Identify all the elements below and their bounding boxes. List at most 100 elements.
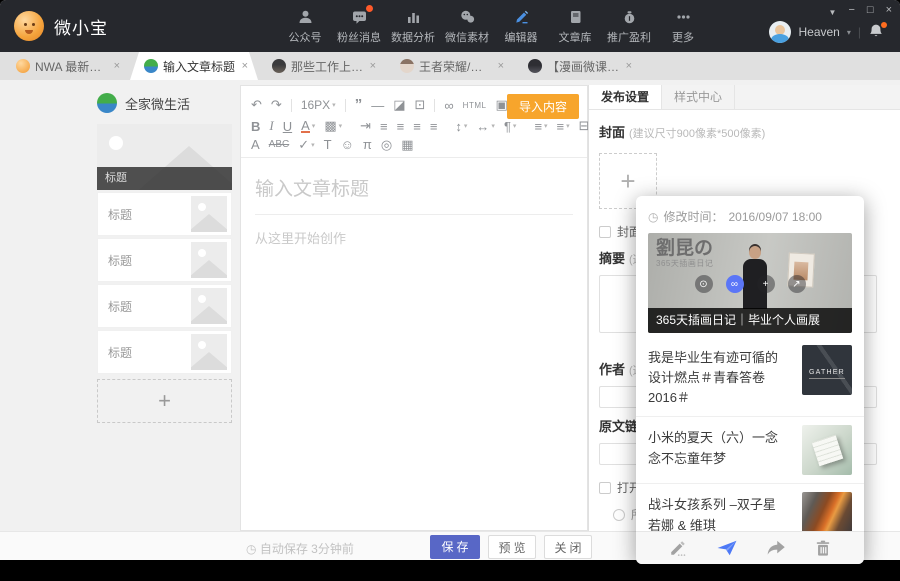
insert-table-icon[interactable]: ▦ [401, 137, 413, 153]
export-icon[interactable]: ↗ [788, 275, 806, 293]
cover-image-checkbox[interactable] [599, 226, 611, 238]
preview-button[interactable]: 预览 [488, 535, 536, 559]
align-center-icon[interactable]: ≡ [397, 119, 405, 134]
nav-item-wechat-material[interactable]: 微信素材 [440, 7, 494, 45]
article-list-item[interactable]: 标题 [97, 238, 232, 282]
chevron-down-icon[interactable]: ▾ [847, 28, 851, 37]
align-left-icon[interactable]: ≡ [380, 119, 388, 134]
link-icon[interactable]: ∞ [444, 98, 453, 113]
editor-body: 输入文章标题 从这里开始创作 [241, 158, 587, 247]
tab-work-stuff[interactable]: 那些工作上的东西 × [258, 52, 386, 80]
tab-current-article[interactable]: 输入文章标题 × [130, 52, 258, 80]
line-height-icon[interactable]: ↕▾ [455, 119, 467, 134]
strikethrough-icon[interactable]: ABC [269, 139, 290, 150]
tab-comic-class[interactable]: 【漫画微课堂】封面海... × [514, 52, 642, 80]
minimize-icon[interactable]: − [848, 5, 854, 18]
nav-label: 数据分析 [391, 29, 435, 45]
tab-style-center[interactable]: 样式中心 [662, 85, 735, 109]
nav-label: 推广盈利 [607, 29, 651, 45]
tab-favicon [16, 59, 30, 73]
clock-icon: ◷ [648, 210, 658, 224]
cover-section-label: 封面(建议尺寸900像素*500像素) [599, 122, 888, 141]
format-brush-icon[interactable]: ⊡ [414, 97, 425, 113]
edit-pencil-icon[interactable] [668, 539, 688, 557]
add-article-button[interactable]: + [97, 379, 232, 423]
cover-article-card[interactable]: 标题 [97, 124, 232, 190]
popup-article-item[interactable]: 小米的夏天（六）一念念不忘童年梦 [636, 416, 864, 483]
tab-close-icon[interactable]: × [370, 60, 376, 72]
nav-item-official-account[interactable]: 公众号 [278, 7, 332, 45]
article-list-item[interactable]: 标题 [97, 330, 232, 374]
popup-article-item[interactable]: 我是毕业生有迹可循的设计燃点＃青春答卷2016＃ GATHER [636, 337, 864, 416]
wechat-icon [459, 9, 476, 25]
tab-close-icon[interactable]: × [114, 60, 120, 72]
blockquote-icon[interactable]: ” [355, 100, 363, 110]
formula-icon[interactable]: π [363, 137, 372, 152]
article-body-input[interactable]: 从这里开始创作 [255, 228, 573, 247]
delete-trash-icon[interactable] [814, 539, 832, 557]
user-icon [297, 9, 314, 25]
highlight-icon[interactable]: A [251, 137, 260, 152]
featured-article-thumbnail[interactable]: 劉昆の 365天插画日记 ⊙ ∞ + ↗ 365天插画日记｜毕业个人画展 [648, 233, 852, 333]
align-right-icon[interactable]: ≡ [413, 119, 421, 134]
font-color-icon[interactable]: A▾ [301, 120, 315, 133]
undo-icon[interactable]: ↶ [251, 97, 262, 113]
comment-scope-radio[interactable] [613, 509, 625, 521]
font-size-select[interactable]: 16PX▾ [301, 98, 336, 112]
letter-spacing-icon[interactable]: ↔▾ [476, 119, 495, 134]
maximize-icon[interactable]: □ [867, 5, 874, 18]
user-avatar[interactable] [769, 21, 791, 43]
open-comment-checkbox[interactable] [599, 482, 611, 494]
tab-nwa-article[interactable]: NWA 最新解禁作品 × [2, 52, 130, 80]
insert-image-icon[interactable]: ▣ [495, 97, 507, 113]
copy-link-icon[interactable]: ∞ [726, 275, 744, 293]
account-logo-icon [97, 93, 117, 113]
forward-share-icon[interactable] [766, 539, 786, 557]
send-plane-icon[interactable] [716, 539, 738, 557]
find-replace-icon[interactable]: ◎ [381, 137, 392, 153]
article-title-input[interactable]: 输入文章标题 [255, 174, 573, 215]
notification-bell-icon[interactable] [868, 23, 886, 41]
background-color-icon[interactable]: ▩▾ [324, 118, 342, 134]
import-content-button[interactable]: 导入内容 [507, 94, 579, 119]
tab-publish-settings[interactable]: 发布设置 [589, 85, 662, 109]
html-source-icon[interactable]: HTML [463, 101, 487, 110]
article-list-item[interactable]: 标题 [97, 284, 232, 328]
collapse-window-icon[interactable]: ▼ [829, 5, 837, 18]
save-button[interactable]: 保存 [430, 535, 480, 559]
eraser-icon[interactable]: ◪ [393, 97, 405, 113]
text-style-icon[interactable]: T [324, 137, 332, 152]
add-icon[interactable]: + [757, 275, 775, 293]
spellcheck-icon[interactable]: ✓▾ [298, 137, 314, 153]
italic-icon[interactable]: I [269, 118, 273, 134]
nav-item-fan-messages[interactable]: 粉丝消息 [332, 7, 386, 45]
nav-item-promotion[interactable]: 推广盈利 [602, 7, 656, 45]
underline-icon[interactable]: U [283, 119, 292, 134]
top-navbar: 微小宝 公众号 粉丝消息 数据分析 微信素材 编辑器 [0, 0, 900, 52]
indent-icon[interactable]: ⇥ [360, 118, 371, 134]
horizontal-rule-icon[interactable]: — [371, 98, 384, 113]
unordered-list-icon[interactable]: ≡▾ [557, 119, 570, 134]
article-list-item[interactable]: 标题 [97, 192, 232, 236]
tab-kings-glory[interactable]: 王者荣耀/英雄美术字 × [386, 52, 514, 80]
redo-icon[interactable]: ↷ [271, 97, 282, 113]
nav-item-article-library[interactable]: 文章库 [548, 7, 602, 45]
close-window-icon[interactable]: × [886, 5, 892, 18]
article-preview-sidebar: 全家微生活 标题 标题 标题 标题 标题 + [97, 92, 232, 423]
tab-close-icon[interactable]: × [626, 60, 632, 72]
tab-close-icon[interactable]: × [498, 60, 504, 72]
bold-icon[interactable]: B [251, 119, 260, 134]
align-justify-icon[interactable]: ≡ [430, 119, 438, 134]
nav-item-editor-active[interactable]: 编辑器 [494, 7, 548, 45]
emoji-icon[interactable]: ☺ [341, 137, 354, 152]
nav-item-data-analysis[interactable]: 数据分析 [386, 7, 440, 45]
preview-eye-icon[interactable]: ⊙ [695, 275, 713, 293]
ordered-list-icon[interactable]: ≡▾ [534, 119, 547, 134]
account-selector[interactable]: 全家微生活 [97, 92, 232, 114]
modified-time-label: 修改时间： [663, 208, 723, 225]
nav-item-more[interactable]: 更多 [656, 7, 710, 45]
close-button[interactable]: 关闭 [544, 535, 592, 559]
tab-close-icon[interactable]: × [242, 60, 248, 72]
chat-icon [351, 9, 368, 25]
paragraph-spacing-icon[interactable]: ¶▾ [504, 119, 517, 134]
